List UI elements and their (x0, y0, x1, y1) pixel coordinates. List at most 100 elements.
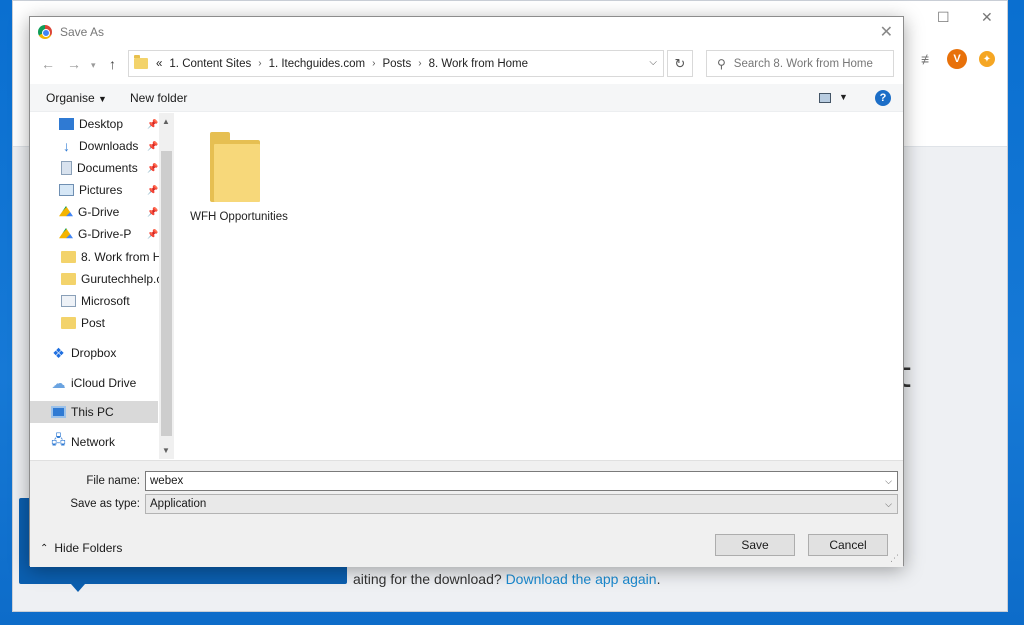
nav-item-gurutechhelp[interactable]: Gurutechhelp.com (30, 268, 160, 290)
nav-item-label: G-Drive-P (78, 227, 132, 241)
nav-item-documents[interactable]: Documents (30, 157, 160, 179)
pictures-icon (59, 184, 74, 196)
pin-icon[interactable]: 📌 (147, 141, 158, 152)
download-app-again-link[interactable]: Download the app again (506, 571, 657, 587)
save-as-type-label: Save as type: (70, 498, 140, 510)
maximize-icon[interactable]: ☐ (937, 9, 950, 26)
save-options-panel: File name: webex ⌵ Save as type: Applica… (30, 460, 903, 567)
nav-item-label: Downloads (79, 139, 139, 153)
navigation-scrollbar[interactable]: ▲ ▼ (159, 113, 174, 459)
desktop-icon (59, 118, 74, 130)
nav-item-g-drive[interactable]: G-Drive (30, 201, 160, 223)
chevron-down-icon[interactable]: ⌵ (885, 476, 892, 487)
chevron-up-icon: ⌃ (40, 542, 49, 554)
extension-icon[interactable]: ✦ (979, 51, 995, 67)
navigation-pane: Desktop 📌 ↓ Downloads 📌 Documents 📌 Pict… (30, 113, 174, 459)
resize-grip-icon[interactable]: ⋰ (890, 553, 899, 564)
pin-icon[interactable]: 📌 (147, 207, 158, 218)
search-input[interactable]: ⚲ Search 8. Work from Home (706, 50, 894, 77)
nav-item-g-drive-p[interactable]: G-Drive-P (30, 223, 160, 245)
refresh-button[interactable]: ↻ (667, 50, 693, 77)
folder-icon (61, 273, 76, 285)
download-arrow-icon: ↓ (63, 138, 70, 154)
nav-item-microsoft[interactable]: Microsoft (30, 290, 160, 312)
up-arrow-icon[interactable]: ↑ (109, 56, 116, 72)
nav-item-label: 8. Work from Home (81, 250, 160, 264)
recent-locations-chevron-icon[interactable]: ▾ (91, 60, 96, 71)
save-as-dialog: Save As ✕ ← → ▾ ↑ « 1. Content Sites › 1… (29, 16, 904, 567)
scroll-up-icon[interactable]: ▲ (162, 117, 170, 126)
breadcrumb-overflow-chevron[interactable]: « (156, 58, 162, 70)
breadcrumb-item[interactable]: 8. Work from Home (429, 58, 528, 70)
nav-item-network[interactable]: 🖧 Network (30, 431, 160, 453)
file-item-label[interactable]: WFH Opportunities (180, 210, 298, 224)
download-message-text: aiting for the download? (353, 571, 502, 587)
dialog-titlebar[interactable]: Save As ✕ (30, 17, 903, 47)
google-drive-icon (59, 228, 73, 239)
folder-icon (61, 251, 76, 263)
hide-folders-button[interactable]: ⌃ Hide Folders (40, 541, 122, 555)
chevron-down-icon[interactable]: ⌵ (885, 499, 892, 510)
nav-item-downloads[interactable]: ↓ Downloads (30, 135, 160, 157)
profile-avatar[interactable]: V (947, 49, 967, 69)
nav-item-label: iCloud Drive (71, 376, 137, 390)
search-icon: ⚲ (717, 56, 726, 71)
nav-item-pictures[interactable]: Pictures (30, 179, 160, 201)
save-button[interactable]: Save (715, 534, 795, 556)
close-icon[interactable]: ✕ (981, 9, 993, 26)
nav-item-post[interactable]: Post (30, 312, 160, 334)
cancel-button[interactable]: Cancel (808, 534, 888, 556)
save-as-type-select[interactable]: Application ⌵ (145, 494, 898, 514)
organise-menu-button[interactable]: Organise ▼ (46, 91, 107, 105)
file-name-label: File name: (86, 475, 140, 487)
chevron-down-icon: ▼ (98, 94, 107, 104)
breadcrumb-item[interactable]: 1. Content Sites (169, 58, 251, 70)
scroll-down-icon[interactable]: ▼ (162, 446, 170, 455)
pin-icon[interactable]: 📌 (147, 185, 158, 196)
dropbox-icon: ❖ (52, 344, 65, 361)
folder-icon (61, 317, 76, 329)
folder-icon (134, 55, 148, 69)
address-row: ← → ▾ ↑ « 1. Content Sites › 1. Itechgui… (30, 47, 903, 83)
pin-icon[interactable]: 📌 (147, 229, 158, 240)
forward-arrow-icon[interactable]: → (67, 56, 81, 72)
nav-item-icloud-drive[interactable]: ☁ iCloud Drive (30, 372, 160, 394)
search-placeholder: Search 8. Work from Home (733, 57, 873, 70)
dialog-toolbar: Organise ▼ New folder ▼ ? (30, 84, 903, 112)
hide-folders-label: Hide Folders (54, 541, 123, 555)
breadcrumb-item[interactable]: 1. Itechguides.com (269, 58, 366, 70)
pin-icon[interactable]: 📌 (147, 119, 158, 130)
icloud-icon: ☁ (51, 374, 66, 391)
breadcrumb-item[interactable]: Posts (382, 58, 411, 70)
download-message-suffix: . (656, 571, 661, 587)
dialog-close-icon[interactable]: ✕ (880, 22, 893, 42)
breadcrumb-separator-icon[interactable]: › (418, 58, 421, 69)
chrome-logo-icon (38, 25, 52, 39)
background-card-notch (71, 584, 85, 592)
back-arrow-icon[interactable]: ← (41, 56, 55, 72)
nav-item-label: Pictures (79, 183, 123, 197)
nav-item-label: G-Drive (78, 205, 120, 219)
scrollbar-thumb[interactable] (161, 151, 172, 436)
nav-item-dropbox[interactable]: ❖ Dropbox (30, 342, 160, 364)
change-view-icon[interactable] (819, 93, 831, 103)
breadcrumb-separator-icon[interactable]: › (372, 58, 375, 69)
nav-item-desktop[interactable]: Desktop (30, 113, 160, 135)
file-list: WFH Opportunities (174, 113, 903, 459)
file-name-input[interactable]: webex ⌵ (145, 471, 898, 491)
nav-item-work-from-home[interactable]: 8. Work from Home (30, 246, 160, 268)
breadcrumb-separator-icon[interactable]: › (258, 58, 261, 69)
nav-item-label: Post (81, 316, 106, 330)
new-folder-button[interactable]: New folder (130, 91, 187, 105)
pin-icon[interactable]: 📌 (147, 163, 158, 174)
network-icon: 🖧 (51, 432, 66, 447)
address-dropdown-chevron-icon[interactable]: ⌵ (649, 57, 657, 68)
help-icon[interactable]: ? (875, 90, 891, 106)
this-pc-icon (51, 406, 66, 418)
view-options-chevron-icon[interactable]: ▼ (839, 92, 848, 102)
breadcrumb: « 1. Content Sites › 1. Itechguides.com … (156, 58, 528, 70)
nav-item-this-pc[interactable]: This PC (30, 401, 158, 423)
reading-list-icon[interactable]: ≢ (921, 51, 935, 67)
folder-icon[interactable] (210, 130, 260, 204)
address-bar[interactable]: « 1. Content Sites › 1. Itechguides.com … (128, 50, 664, 77)
